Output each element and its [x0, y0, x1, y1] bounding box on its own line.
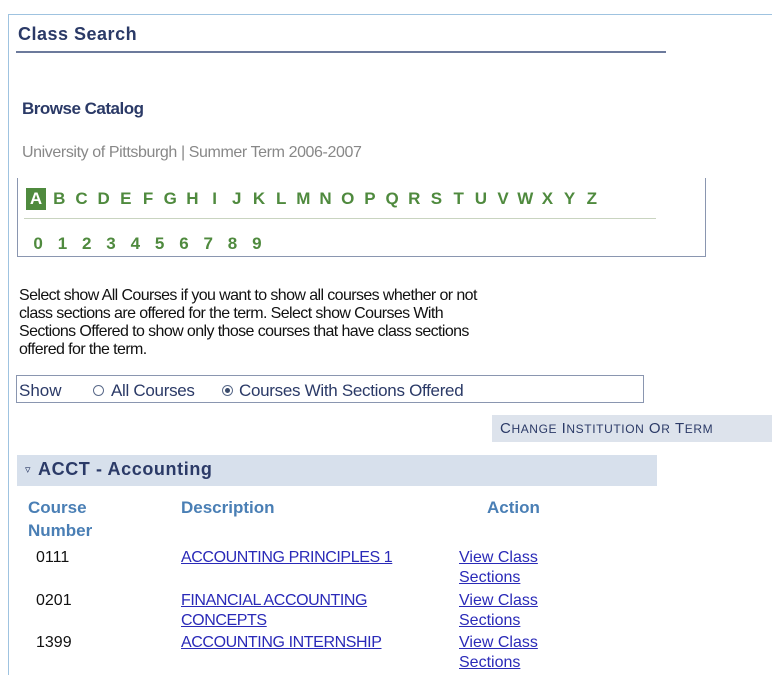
alpha-index-link-d[interactable]: D [93, 188, 115, 210]
alpha-index-link-b[interactable]: B [48, 188, 70, 210]
alpha-index-link-o[interactable]: O [337, 188, 359, 210]
alpha-index-link-n[interactable]: N [314, 188, 336, 210]
show-label: Show [19, 381, 62, 400]
subject-title: ACCT - Accounting [38, 459, 213, 479]
alpha-index-link-v[interactable]: V [492, 188, 514, 210]
browse-catalog-heading: Browse Catalog [22, 99, 144, 118]
alpha-index-link-r[interactable]: R [403, 188, 425, 210]
digit-index-link-3[interactable]: 3 [99, 233, 123, 255]
course-description-line: CONCEPTS [181, 612, 267, 629]
alpha-index-link-k[interactable]: K [248, 188, 270, 210]
digit-index-row: 0123456789 [26, 233, 269, 255]
course-description-line: ACCOUNTING PRINCIPLES 1 [181, 549, 393, 566]
alpha-index-link-w[interactable]: W [514, 188, 536, 210]
alpha-index-link-q[interactable]: Q [381, 188, 403, 210]
instructions-line: offered for the term. [19, 341, 147, 358]
instructions-line: Sections Offered to show only those cour… [19, 323, 469, 340]
digit-index-link-1[interactable]: 1 [50, 233, 74, 255]
course-description-line: FINANCIAL ACCOUNTING [181, 592, 368, 609]
alpha-index-link-j[interactable]: J [226, 188, 248, 210]
courses-with-sections-label[interactable]: Courses With Sections Offered [239, 381, 464, 401]
all-courses-radio[interactable] [93, 385, 104, 396]
column-header-course-number: Course Number [28, 496, 92, 542]
alpha-index-link-i[interactable]: I [204, 188, 226, 210]
alpha-index-link-t[interactable]: T [448, 188, 470, 210]
letter-index-row: ABCDEFGHIJKLMNOPQRSTUVWXYZ [26, 188, 603, 210]
column-header-action: Action [487, 498, 540, 517]
digit-index-link-9[interactable]: 9 [245, 233, 269, 255]
alpha-index-link-y[interactable]: Y [559, 188, 581, 210]
course-number: 0201 [36, 592, 72, 609]
view-class-sections-link[interactable]: View Class Sections [459, 633, 538, 673]
view-class-sections-line: View Class [459, 592, 538, 609]
view-class-sections-line: View Class [459, 549, 538, 566]
course-number: 1399 [36, 634, 72, 651]
view-class-sections-line: Sections [459, 569, 521, 586]
alpha-index-link-m[interactable]: M [292, 188, 314, 210]
collapse-triangle-icon[interactable]: ▿ [25, 463, 31, 476]
column-header-line: Course [28, 498, 87, 517]
view-class-sections-line: Sections [459, 654, 521, 671]
alpha-index-link-h[interactable]: H [181, 188, 203, 210]
alpha-index-link-l[interactable]: L [270, 188, 292, 210]
courses-with-sections-radio[interactable] [222, 385, 233, 396]
course-description-link[interactable]: ACCOUNTING PRINCIPLES 1 [181, 548, 393, 568]
instructions-line: Select show All Courses if you want to s… [19, 287, 477, 304]
change-button-label: CHANGE INSTITUTION OR TERM [500, 420, 714, 437]
digit-index-link-5[interactable]: 5 [147, 233, 171, 255]
show-instructions: Select show All Courses if you want to s… [19, 287, 629, 359]
digit-index-link-6[interactable]: 6 [172, 233, 196, 255]
institution-term-label: University of Pittsburgh | Summer Term 2… [22, 144, 362, 161]
alpha-index-link-u[interactable]: U [470, 188, 492, 210]
page-frame-top [8, 14, 772, 15]
alpha-index-link-g[interactable]: G [159, 188, 181, 210]
alpha-index-link-c[interactable]: C [70, 188, 92, 210]
alpha-index-link-s[interactable]: S [425, 188, 447, 210]
alpha-index-link-p[interactable]: P [359, 188, 381, 210]
course-description-link[interactable]: ACCOUNTING INTERNSHIP [181, 633, 382, 653]
instructions-line: class sections are offered for the term.… [19, 305, 444, 322]
page-frame-left [8, 14, 9, 675]
view-class-sections-line: Sections [459, 612, 521, 629]
course-description-link[interactable]: FINANCIAL ACCOUNTING CONCEPTS [181, 591, 368, 631]
view-class-sections-line: View Class [459, 634, 538, 651]
digit-index-link-0[interactable]: 0 [26, 233, 50, 255]
digit-index-link-7[interactable]: 7 [196, 233, 220, 255]
column-header-line: Number [28, 521, 93, 540]
digit-index-link-4[interactable]: 4 [123, 233, 147, 255]
column-header-description: Description [181, 498, 275, 517]
view-class-sections-link[interactable]: View Class Sections [459, 591, 538, 631]
course-description-line: ACCOUNTING INTERNSHIP [181, 634, 382, 651]
alpha-index-link-z[interactable]: Z [581, 188, 603, 210]
alpha-index-link-e[interactable]: E [115, 188, 137, 210]
page-title: Class Search [18, 24, 138, 44]
alpha-index-link-a[interactable]: A [26, 188, 46, 210]
digit-index-link-8[interactable]: 8 [220, 233, 244, 255]
alpha-index-divider [24, 218, 656, 219]
course-number: 0111 [36, 549, 70, 566]
digit-index-link-2[interactable]: 2 [75, 233, 99, 255]
title-divider [16, 51, 666, 53]
change-institution-term-button[interactable]: CHANGE INSTITUTION OR TERM [492, 415, 772, 442]
view-class-sections-link[interactable]: View Class Sections [459, 548, 538, 588]
all-courses-label[interactable]: All Courses [111, 381, 195, 401]
alpha-index-link-f[interactable]: F [137, 188, 159, 210]
alpha-index-link-x[interactable]: X [536, 188, 558, 210]
